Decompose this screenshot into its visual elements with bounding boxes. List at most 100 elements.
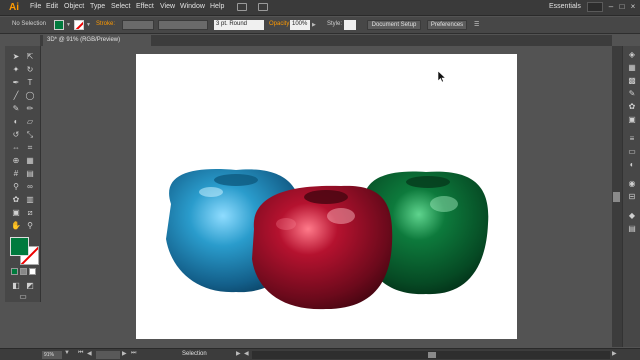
- color-mode-icon[interactable]: [11, 268, 18, 275]
- opacity-field[interactable]: 100%: [290, 20, 310, 30]
- direct-selection-tool-icon[interactable]: ⇱: [24, 51, 36, 62]
- line-tool-icon[interactable]: ╱: [10, 90, 22, 101]
- menu-object[interactable]: Object: [64, 3, 84, 10]
- blob-brush-tool-icon[interactable]: ◐: [10, 116, 22, 127]
- layers-panel-icon[interactable]: ◆: [627, 211, 637, 220]
- pen-tool-icon[interactable]: ✒: [10, 77, 22, 88]
- minimize-icon[interactable]: –: [606, 2, 616, 12]
- previous-artboard-icon[interactable]: ◀: [87, 350, 92, 357]
- first-artboard-icon[interactable]: ⏮: [78, 350, 83, 357]
- stroke-swatch[interactable]: [74, 20, 84, 30]
- align-panel-icon[interactable]: ⊟: [627, 192, 637, 201]
- magic-wand-tool-icon[interactable]: ✦: [10, 64, 22, 75]
- artboard-number-field[interactable]: [96, 351, 120, 359]
- canvas-area[interactable]: [41, 46, 612, 347]
- opacity-label[interactable]: Opacity:: [269, 21, 291, 27]
- perspective-grid-tool-icon[interactable]: ▦: [24, 155, 36, 166]
- document-tab[interactable]: 3D* @ 91% (RGB/Preview): [43, 35, 151, 46]
- control-bar: No Selection ▼ ▼ Stroke: 3 pt. Round Opa…: [0, 17, 640, 34]
- vertical-scrollbar[interactable]: [612, 46, 622, 347]
- document-tab-bar: 3D* @ 91% (RGB/Preview): [40, 35, 612, 46]
- menu-select[interactable]: Select: [111, 3, 130, 10]
- pencil-tool-icon[interactable]: ✏: [24, 103, 36, 114]
- graph-tool-icon[interactable]: ▥: [24, 194, 36, 205]
- artboards-panel-icon[interactable]: ▤: [627, 224, 637, 233]
- chevron-down-icon[interactable]: ▼: [64, 350, 70, 356]
- stroke-panel-icon[interactable]: ≡: [627, 134, 637, 143]
- slice-tool-icon[interactable]: ⧄: [24, 207, 36, 218]
- zoom-tool-icon[interactable]: ⚲: [24, 220, 36, 231]
- stroke-label[interactable]: Stroke:: [96, 21, 115, 27]
- graphic-styles-icon[interactable]: ▣: [627, 115, 637, 124]
- none-mode-icon[interactable]: [29, 268, 36, 275]
- menu-help[interactable]: Help: [210, 3, 224, 10]
- last-artboard-icon[interactable]: ⏭: [131, 350, 136, 357]
- width-tool-icon[interactable]: ⇔: [10, 142, 22, 153]
- next-artboard-icon[interactable]: ▶: [122, 350, 127, 357]
- brush-definition[interactable]: 3 pt. Round: [214, 20, 264, 30]
- arrange-documents-icon[interactable]: [258, 3, 268, 11]
- screen-mode-icon[interactable]: ▭: [17, 291, 29, 302]
- swatches-panel-icon[interactable]: ▩: [627, 76, 637, 85]
- chevron-right-icon[interactable]: ▶: [312, 22, 316, 28]
- blend-tool-icon[interactable]: ∞: [24, 181, 36, 192]
- color-panel-icon[interactable]: ◈: [627, 50, 637, 59]
- artboard[interactable]: [136, 54, 517, 339]
- status-menu-icon[interactable]: ▶: [236, 350, 241, 357]
- color-guide-icon[interactable]: ▦: [627, 63, 637, 72]
- variable-width-profile[interactable]: [158, 20, 208, 30]
- horizontal-scrollbar[interactable]: [252, 351, 610, 359]
- free-transform-tool-icon[interactable]: ⌗: [24, 142, 36, 153]
- menu-window[interactable]: Window: [180, 3, 205, 10]
- chevron-down-icon[interactable]: ▼: [86, 22, 91, 28]
- paintbrush-tool-icon[interactable]: ✎: [10, 103, 22, 114]
- workspace-switcher[interactable]: Essentials: [549, 3, 581, 10]
- zoom-level-field[interactable]: 91%: [42, 351, 62, 359]
- lasso-tool-icon[interactable]: ↻: [24, 64, 36, 75]
- draw-mode-icon[interactable]: ◧: [10, 280, 22, 291]
- chevron-down-icon[interactable]: ▼: [66, 22, 71, 28]
- appearance-panel-icon[interactable]: ◉: [627, 179, 637, 188]
- scale-tool-icon[interactable]: ⤡: [24, 129, 36, 140]
- fill-color-box[interactable]: [10, 237, 29, 256]
- selection-tool-icon[interactable]: ➤: [10, 51, 22, 62]
- maximize-icon[interactable]: □: [617, 2, 627, 12]
- vertical-scroll-thumb[interactable]: [613, 192, 620, 202]
- type-tool-icon[interactable]: T: [24, 77, 36, 88]
- menu-file[interactable]: File: [30, 3, 41, 10]
- stroke-weight-field[interactable]: [122, 20, 154, 30]
- horizontal-scroll-thumb[interactable]: [428, 352, 436, 358]
- rotate-tool-icon[interactable]: ↺: [10, 129, 22, 140]
- symbols-panel-icon[interactable]: ✿: [627, 102, 637, 111]
- search-icon[interactable]: [587, 2, 603, 12]
- preferences-button[interactable]: Preferences: [427, 20, 467, 30]
- bridge-icon[interactable]: [237, 3, 247, 11]
- scroll-left-icon[interactable]: ◀: [244, 350, 249, 357]
- close-icon[interactable]: ×: [628, 2, 638, 12]
- symbol-sprayer-tool-icon[interactable]: ✿: [10, 194, 22, 205]
- arrange-panel-icon[interactable]: ☰: [474, 21, 479, 28]
- gradient-tool-icon[interactable]: ▤: [24, 168, 36, 179]
- ellipse-tool-icon[interactable]: ◯: [24, 90, 36, 101]
- eyedropper-tool-icon[interactable]: ⚲: [10, 181, 22, 192]
- hand-tool-icon[interactable]: ✋: [10, 220, 22, 231]
- document-setup-button[interactable]: Document Setup: [367, 20, 421, 30]
- shape-builder-tool-icon[interactable]: ⊕: [10, 155, 22, 166]
- brushes-panel-icon[interactable]: ✎: [627, 89, 637, 98]
- menu-view[interactable]: View: [160, 3, 175, 10]
- menu-type[interactable]: Type: [90, 3, 105, 10]
- fill-swatch[interactable]: [54, 20, 64, 30]
- mesh-tool-icon[interactable]: #: [10, 168, 22, 179]
- graphic-style-swatch[interactable]: [344, 20, 356, 30]
- selection-status: No Selection: [12, 21, 47, 27]
- transparency-panel-icon[interactable]: ◐: [627, 160, 637, 169]
- menu-effect[interactable]: Effect: [136, 3, 154, 10]
- draw-inside-icon[interactable]: ◩: [24, 280, 36, 291]
- gradient-mode-icon[interactable]: [20, 268, 27, 275]
- red-apple[interactable]: [252, 185, 393, 310]
- gradient-panel-icon[interactable]: ▭: [627, 147, 637, 156]
- scroll-right-icon[interactable]: ▶: [612, 350, 617, 357]
- artboard-tool-icon[interactable]: ▣: [10, 207, 22, 218]
- eraser-tool-icon[interactable]: ▱: [24, 116, 36, 127]
- menu-edit[interactable]: Edit: [46, 3, 58, 10]
